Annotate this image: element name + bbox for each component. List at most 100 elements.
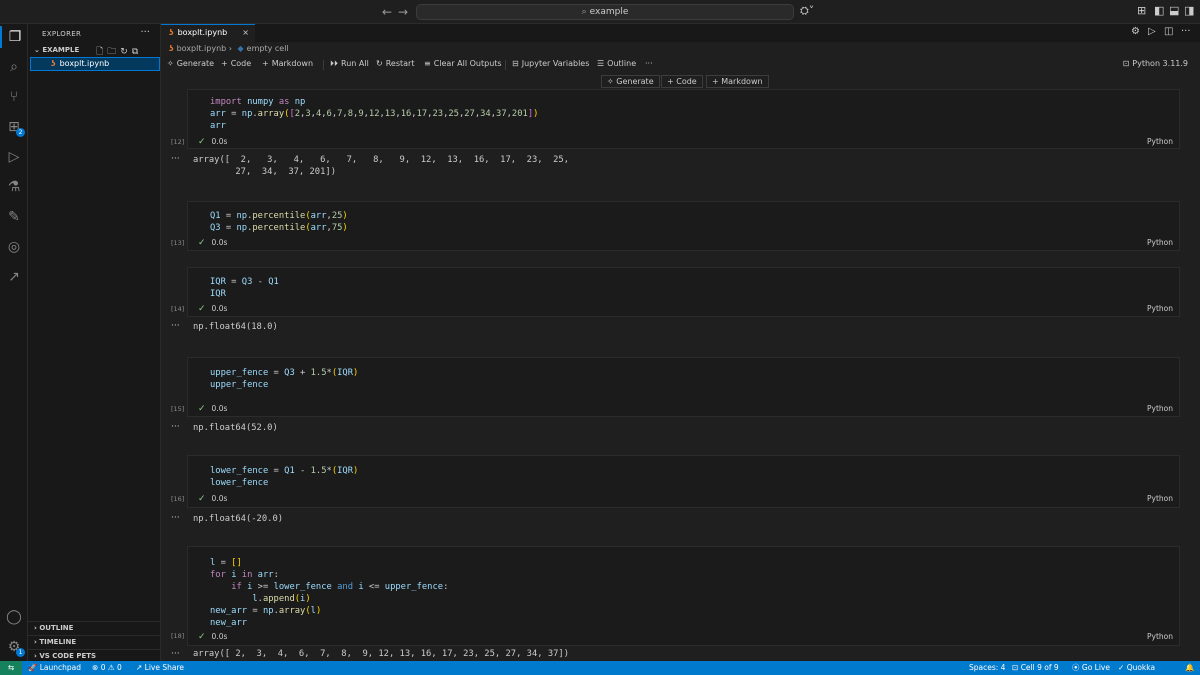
check-icon: ✓ bbox=[198, 137, 206, 147]
warning-icon: ⚠ bbox=[107, 663, 115, 672]
quokka-item[interactable]: ✓ Quokka bbox=[1118, 661, 1155, 675]
explorer-icon[interactable]: ❐ bbox=[0, 26, 28, 48]
gear-icon[interactable]: ⚙ bbox=[1131, 26, 1140, 37]
cell-output: array([ 2, 3, 4, 6, 7, 8, 9, 12, 13, 16,… bbox=[193, 154, 569, 178]
timeline-section[interactable]: › TIMELINE bbox=[28, 635, 160, 649]
live-share-item[interactable]: ↗ Live Share bbox=[136, 661, 184, 675]
command-center-search[interactable]: ⌕ example bbox=[416, 4, 794, 20]
testing-icon[interactable]: ⚗ bbox=[0, 176, 28, 198]
toggle-secondary-sidebar-icon[interactable]: ◨ bbox=[1184, 4, 1194, 17]
extensions-icon[interactable]: ⊞ 2 bbox=[0, 116, 28, 138]
go-live-item[interactable]: ⦿ Go Live bbox=[1072, 661, 1110, 675]
output-more-icon[interactable]: ··· bbox=[171, 422, 180, 432]
split-editor-icon[interactable]: ◫ bbox=[1164, 26, 1173, 37]
title-bar: ← → ⌕ example ⛭˅ ⊞ ◧ ⬓ ◨ bbox=[0, 0, 1200, 24]
outline-button[interactable]: ☰ Outline bbox=[597, 59, 636, 68]
cell-language[interactable]: Python bbox=[1147, 137, 1173, 146]
cell-language[interactable]: Python bbox=[1147, 494, 1173, 503]
toolbar-more-icon[interactable]: ··· bbox=[645, 59, 653, 68]
code-cell-15[interactable]: upper_fence = Q3 + 1.5*(IQR) upper_fence… bbox=[187, 357, 1180, 417]
close-icon[interactable]: × bbox=[242, 25, 249, 41]
output-more-icon[interactable]: ··· bbox=[171, 321, 180, 331]
customize-layout-icon[interactable]: ⊞ bbox=[1137, 4, 1146, 17]
outline-label: Outline bbox=[607, 59, 637, 68]
new-folder-icon[interactable]: 🗀 bbox=[107, 47, 120, 57]
code-cell-16[interactable]: lower_fence = Q1 - 1.5*(IQR) lower_fence… bbox=[187, 455, 1180, 508]
add-markdown-button[interactable]: + Markdown bbox=[262, 59, 313, 68]
search-icon[interactable]: ⌕ bbox=[0, 56, 28, 78]
search-icon: ⌕ bbox=[581, 7, 587, 17]
execution-count: [16] bbox=[171, 495, 185, 503]
output-more-icon[interactable]: ··· bbox=[171, 513, 180, 523]
cell-time: 0.0s bbox=[211, 137, 228, 146]
insert-generate-button[interactable]: ✧ Generate bbox=[601, 75, 660, 88]
extensions-badge: 2 bbox=[16, 128, 25, 137]
error-icon: ⊗ bbox=[92, 663, 99, 672]
remote-explorer-icon[interactable]: ✎ bbox=[0, 206, 28, 228]
output-more-icon[interactable]: ··· bbox=[171, 154, 180, 164]
breadcrumb-file[interactable]: boxplt.ipynb bbox=[177, 44, 227, 53]
restart-button[interactable]: ↻ Restart bbox=[376, 59, 414, 68]
clear-outputs-button[interactable]: ≡ Clear All Outputs bbox=[424, 59, 502, 68]
settings-gear-icon[interactable]: ⚙ 1 bbox=[0, 636, 28, 658]
more-actions-icon[interactable]: ··· bbox=[1181, 26, 1191, 37]
account-icon[interactable]: ◯ bbox=[0, 606, 28, 628]
copilot-icon[interactable]: ⛭˅ bbox=[800, 4, 814, 18]
back-arrow-icon[interactable]: ← bbox=[382, 5, 392, 19]
cell-code[interactable]: upper_fence = Q3 + 1.5*(IQR) upper_fence bbox=[210, 367, 358, 391]
outline-icon: ☰ bbox=[597, 59, 605, 68]
workspace-folder[interactable]: ⌄ EXAMPLE bbox=[34, 46, 79, 54]
forward-arrow-icon[interactable]: → bbox=[398, 5, 408, 19]
toolbar-divider bbox=[505, 60, 506, 70]
code-cell-12[interactable]: import numpy as np arr = np.array([2,3,4… bbox=[187, 89, 1180, 149]
cell-position-item[interactable]: ⊡ Cell 9 of 9 bbox=[1012, 661, 1059, 675]
cell-code[interactable]: import numpy as np arr = np.array([2,3,4… bbox=[210, 96, 538, 132]
cell-code[interactable]: lower_fence = Q1 - 1.5*(IQR) lower_fence bbox=[210, 465, 358, 489]
code-cell-18[interactable]: l = [] for i in arr: if i >= lower_fence… bbox=[187, 546, 1180, 646]
insert-code-button[interactable]: + Code bbox=[661, 75, 703, 88]
tab-boxplt[interactable]: ʖ boxplt.ipynb × bbox=[161, 24, 255, 42]
cell-language[interactable]: Python bbox=[1147, 304, 1173, 313]
indentation-item[interactable]: Spaces: 4 bbox=[969, 661, 1005, 675]
outline-section[interactable]: › OUTLINE bbox=[28, 621, 160, 635]
remote-indicator-icon[interactable]: ⇆ bbox=[0, 661, 22, 675]
problems-item[interactable]: ⊗ 0 ⚠ 0 bbox=[92, 661, 122, 675]
cell-code[interactable]: l = [] for i in arr: if i >= lower_fence… bbox=[210, 557, 448, 629]
explorer-more-icon[interactable]: ··· bbox=[140, 27, 150, 38]
cell-language[interactable]: Python bbox=[1147, 238, 1173, 247]
cell-language[interactable]: Python bbox=[1147, 404, 1173, 413]
variables-label: Jupyter Variables bbox=[521, 59, 590, 68]
run-debug-icon[interactable]: ▷ bbox=[0, 146, 28, 168]
output-more-icon[interactable]: ··· bbox=[171, 649, 180, 659]
toggle-sidebar-icon[interactable]: ◧ bbox=[1154, 4, 1164, 17]
code-cell-14[interactable]: IQR = Q3 - Q1 IQR ✓ 0.0s Python bbox=[187, 267, 1180, 317]
notifications-icon[interactable]: 🔔 bbox=[1185, 661, 1194, 675]
settings-badge: 1 bbox=[16, 648, 25, 657]
run-icon[interactable]: ▷ bbox=[1148, 26, 1156, 37]
new-file-icon[interactable]: 🗋 bbox=[96, 47, 107, 57]
cell-language[interactable]: Python bbox=[1147, 632, 1173, 641]
notebook-file-icon: ʖ bbox=[51, 59, 56, 68]
cell-time: 0.0s bbox=[211, 404, 228, 413]
source-control-icon[interactable]: ⑂ bbox=[0, 86, 28, 108]
code-cell-13[interactable]: Q1 = np.percentile(arr,25) Q3 = np.perce… bbox=[187, 201, 1180, 251]
run-all-button[interactable]: ⏵⏵ Run All bbox=[330, 59, 369, 69]
live-share-icon[interactable]: ↗ bbox=[0, 266, 28, 288]
cell-code[interactable]: IQR = Q3 - Q1 IQR bbox=[210, 276, 279, 300]
generate-button[interactable]: ✧ Generate bbox=[167, 59, 214, 68]
add-code-button[interactable]: + Code bbox=[221, 59, 251, 68]
file-item-boxplt[interactable]: ʖ boxplt.ipynb bbox=[30, 57, 160, 71]
collapse-icon[interactable]: ⧉ bbox=[132, 47, 142, 57]
breadcrumb: ʖ boxplt.ipynb › ◆ empty cell bbox=[169, 44, 289, 53]
cell-code[interactable]: Q1 = np.percentile(arr,25) Q3 = np.perce… bbox=[210, 210, 348, 234]
jupyter-icon[interactable]: ◎ bbox=[0, 236, 28, 258]
jupyter-variables-button[interactable]: ⊟ Jupyter Variables bbox=[512, 59, 589, 68]
toggle-panel-icon[interactable]: ⬓ bbox=[1169, 4, 1179, 17]
file-label: boxplt.ipynb bbox=[59, 59, 110, 68]
breadcrumb-cell[interactable]: empty cell bbox=[247, 44, 289, 53]
launchpad-item[interactable]: 🚀 Launchpad bbox=[28, 661, 81, 675]
kernel-picker[interactable]: ⊡ Python 3.11.9 bbox=[1123, 59, 1188, 68]
refresh-icon[interactable]: ↻ bbox=[120, 47, 132, 57]
insert-markdown-button[interactable]: + Markdown bbox=[706, 75, 769, 88]
vscode-pets-label: VS CODE PETS bbox=[39, 652, 97, 660]
